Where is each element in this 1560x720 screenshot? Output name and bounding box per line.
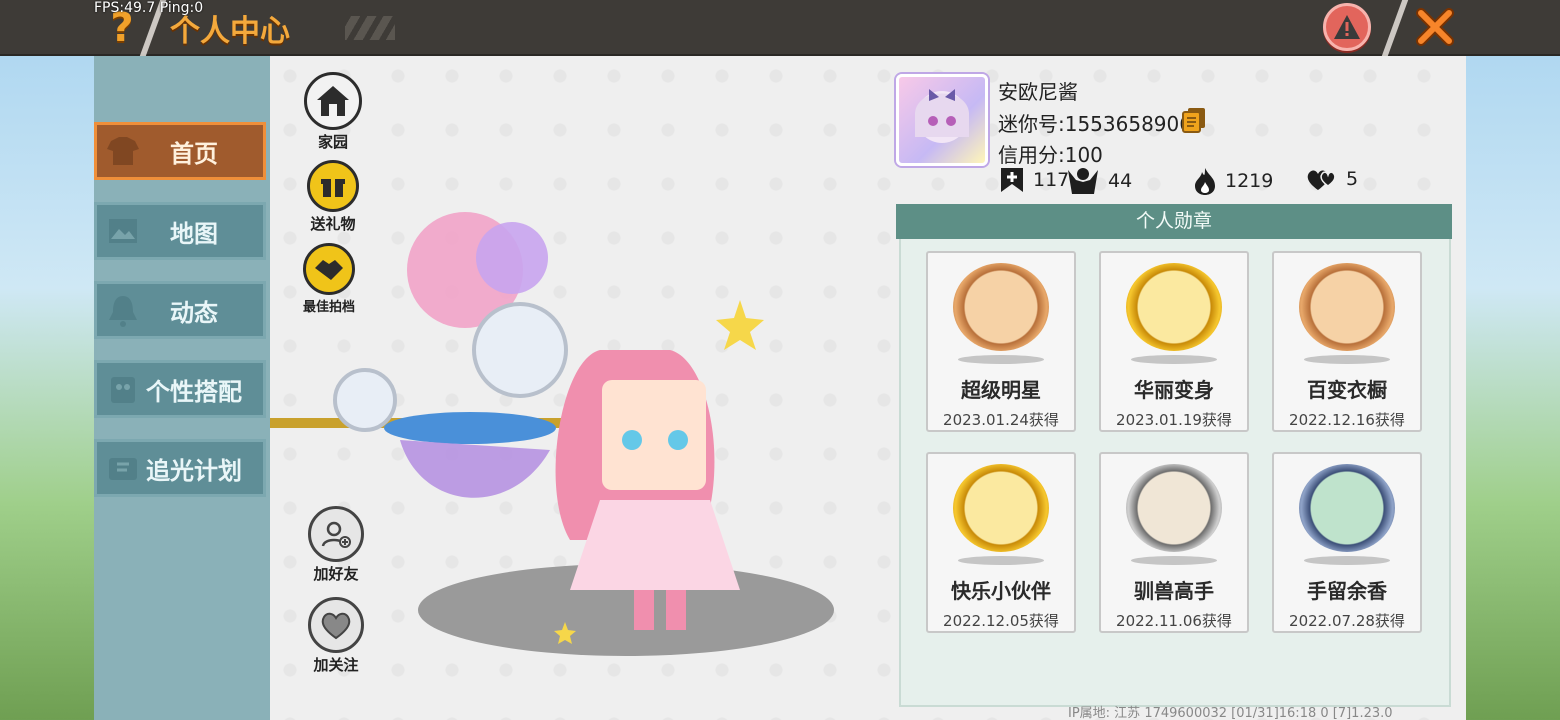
- divider: [1381, 0, 1409, 56]
- mini-id: 迷你号:1553658906: [998, 112, 1192, 136]
- star: [716, 300, 764, 350]
- gold-medal-icon: [1126, 263, 1222, 351]
- medal-date: 2023.01.19获得: [1116, 411, 1232, 429]
- medal-date: 2023.01.24获得: [943, 411, 1059, 429]
- gold-medal-icon: [953, 464, 1049, 552]
- wing-disc: [384, 412, 556, 444]
- medal-card[interactable]: 华丽变身 2023.01.19获得: [1099, 251, 1249, 432]
- medal-name: 华丽变身: [1134, 378, 1214, 402]
- silver-medal-icon: [1126, 464, 1222, 552]
- player-name: 安欧尼酱: [998, 80, 1078, 104]
- fans-icon: [1068, 168, 1098, 194]
- nav-label: 首页: [170, 139, 218, 168]
- credit-score: 信用分:100: [998, 143, 1103, 167]
- shirt-icon: [107, 137, 139, 165]
- medals-header: 个人勋章: [896, 204, 1452, 239]
- bronze-medal-icon: [953, 263, 1049, 351]
- character-face: [602, 380, 706, 490]
- nav-label: 动态: [170, 298, 218, 327]
- copy-id-button[interactable]: [1181, 106, 1207, 134]
- stat-fans: 44: [1066, 166, 1132, 196]
- gift-icon: [307, 160, 359, 212]
- ribbon-loop: [472, 302, 568, 398]
- stat-flag: 117: [999, 166, 1069, 194]
- warning-icon: [1334, 15, 1360, 39]
- fire-count: 1219: [1225, 170, 1274, 192]
- nav-label: 地图: [170, 219, 218, 248]
- leg: [666, 590, 686, 630]
- fps-readout: FPS:49.7 Ping:0: [94, 0, 204, 16]
- medal-date: 2022.07.28获得: [1289, 612, 1405, 630]
- top-bar: ? 个人中心: [0, 0, 1560, 56]
- hearts-icon: [1307, 170, 1336, 190]
- eye-right: [668, 430, 688, 450]
- nav-item-activity[interactable]: 动态: [94, 281, 266, 339]
- stat-fire: 1219: [1193, 166, 1273, 196]
- nav-label: 追光计划: [146, 456, 242, 485]
- home-button[interactable]: 家园: [304, 72, 362, 152]
- flag-count: 117: [1033, 169, 1070, 191]
- fans-count: 44: [1108, 170, 1133, 192]
- likes-count: 5: [1346, 168, 1359, 190]
- bronze-medal-icon: [1299, 263, 1395, 351]
- character-avatar[interactable]: [270, 210, 850, 670]
- close-icon: [1416, 8, 1454, 46]
- flag-icon: [1001, 168, 1023, 192]
- footer-info: IP属地: 江苏 1749600032 [01/31]16:18 0 [7]1.…: [1068, 706, 1393, 720]
- medal-card[interactable]: 超级明星 2023.01.24获得: [926, 251, 1076, 432]
- medal-card[interactable]: 快乐小伙伴 2022.12.05获得: [926, 452, 1076, 633]
- flower-purple: [476, 222, 548, 294]
- copy-icon: [1182, 108, 1205, 133]
- bell-icon: [109, 296, 137, 327]
- medal-card[interactable]: 百变衣橱 2022.12.16获得: [1272, 251, 1422, 432]
- medal-name: 快乐小伙伴: [951, 579, 1051, 603]
- eye-left: [622, 430, 642, 450]
- nav-item-outfit[interactable]: 个性搭配: [94, 360, 266, 418]
- medal-date: 2022.12.16获得: [1289, 411, 1405, 429]
- character-dress: [570, 500, 740, 590]
- medal-date: 2022.12.05获得: [943, 612, 1059, 630]
- ribbon: [400, 440, 550, 498]
- medal-card[interactable]: 手留余香 2022.07.28获得: [1272, 452, 1422, 633]
- decorative-stripes: [345, 16, 395, 40]
- nav-item-chase-light[interactable]: 追光计划: [94, 439, 266, 497]
- outfit-icon: [111, 377, 135, 403]
- ribbon-loop: [333, 368, 397, 432]
- platinum-medal-icon: [1299, 464, 1395, 552]
- nav-item-map[interactable]: 地图: [94, 202, 266, 260]
- report-button[interactable]: [1323, 3, 1371, 51]
- medal-name: 超级明星: [961, 378, 1041, 402]
- home-icon: [304, 72, 362, 130]
- medal-card[interactable]: 驯兽高手 2022.11.06获得: [1099, 452, 1249, 633]
- nav-label: 个性搭配: [146, 377, 242, 406]
- fire-icon: [1195, 168, 1215, 195]
- map-icon: [109, 219, 137, 243]
- close-button[interactable]: [1412, 2, 1458, 52]
- medal-name: 手留余香: [1307, 579, 1387, 603]
- nav-item-home[interactable]: 首页: [94, 122, 266, 180]
- home-label: 家园: [317, 133, 348, 151]
- profile-avatar[interactable]: [896, 74, 988, 166]
- ticket-icon: [109, 458, 137, 480]
- medal-name: 百变衣橱: [1307, 378, 1387, 402]
- leg: [634, 590, 654, 630]
- medal-name: 驯兽高手: [1134, 579, 1214, 603]
- medal-date: 2022.11.06获得: [1116, 612, 1232, 630]
- stat-likes: 5: [1306, 166, 1358, 192]
